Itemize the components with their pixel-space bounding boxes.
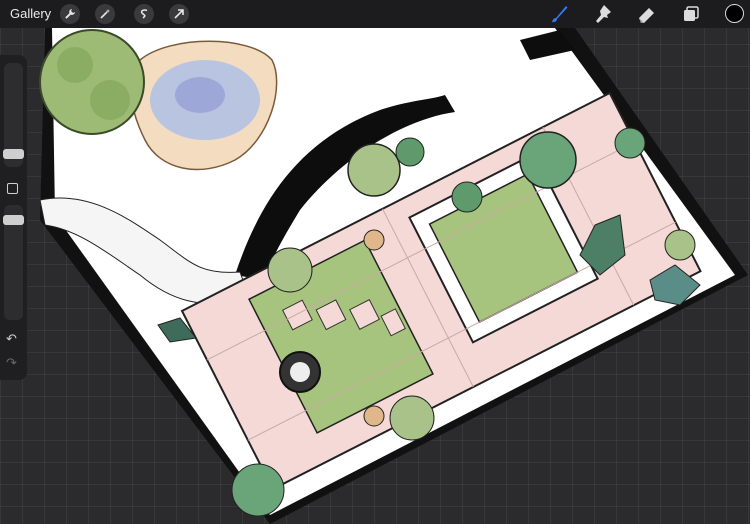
shrub bbox=[347, 143, 401, 197]
transform-arrow-icon[interactable] bbox=[169, 4, 189, 24]
eraser-icon[interactable] bbox=[636, 3, 658, 25]
gallery-button[interactable]: Gallery bbox=[10, 6, 51, 21]
wrench-icon[interactable] bbox=[60, 4, 80, 24]
opacity-slider[interactable] bbox=[3, 205, 24, 320]
magic-wand-icon[interactable] bbox=[95, 4, 115, 24]
brush-size-slider[interactable] bbox=[3, 63, 24, 167]
redo-icon[interactable]: ↷ bbox=[6, 355, 17, 371]
color-picker-button[interactable] bbox=[725, 4, 744, 23]
shrub bbox=[395, 137, 425, 167]
shrub bbox=[451, 181, 483, 213]
shrub bbox=[519, 131, 577, 189]
shrub bbox=[664, 229, 696, 261]
planter-pot bbox=[363, 229, 385, 251]
eyedropper-square-button[interactable] bbox=[7, 183, 18, 194]
top-toolbar: Gallery bbox=[0, 0, 750, 28]
brush-icon[interactable] bbox=[548, 3, 570, 25]
tree-canopy bbox=[39, 29, 145, 135]
layers-icon[interactable] bbox=[680, 3, 702, 25]
shrub bbox=[389, 395, 435, 441]
pond-deep bbox=[175, 77, 225, 113]
left-sidebar: ↶ ↷ bbox=[0, 55, 27, 380]
canvas-artwork[interactable] bbox=[0, 0, 750, 524]
undo-icon[interactable]: ↶ bbox=[6, 331, 17, 347]
fountain-center bbox=[290, 362, 310, 382]
opacity-thumb[interactable] bbox=[3, 215, 24, 225]
planter-pot bbox=[363, 405, 385, 427]
tree-canopy-detail bbox=[57, 47, 93, 83]
brush-size-thumb[interactable] bbox=[3, 149, 24, 159]
tree-canopy-detail bbox=[90, 80, 130, 120]
selection-icon[interactable] bbox=[134, 4, 154, 24]
shrub bbox=[231, 463, 285, 517]
shrub bbox=[614, 127, 646, 159]
shrub bbox=[267, 247, 313, 293]
smudge-icon[interactable] bbox=[592, 3, 614, 25]
